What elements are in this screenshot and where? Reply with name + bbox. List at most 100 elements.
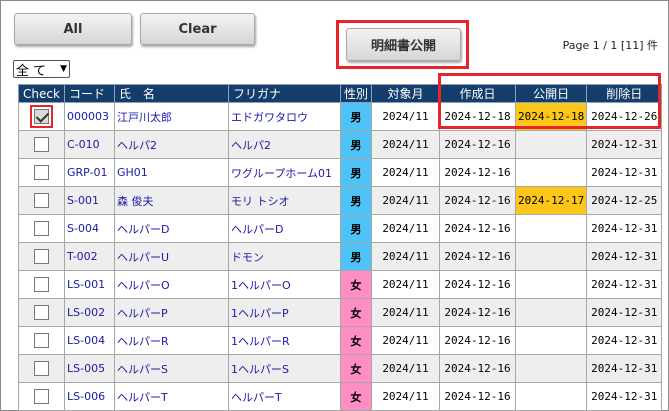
row-checkbox[interactable]: [34, 221, 49, 236]
check-cell: [18, 158, 65, 187]
clear-button[interactable]: Clear: [140, 13, 255, 45]
check-cell: [18, 130, 65, 159]
column-header-kana: フリガナ: [228, 84, 341, 103]
checkbox-highlight: [30, 105, 53, 128]
statement-table: Check コード 氏 名 フリガナ 性別 対象月 作成日 公開日 削除日 00…: [18, 84, 663, 411]
row-checkbox[interactable]: [34, 277, 49, 292]
kana-link[interactable]: ヘルパーD: [228, 214, 341, 243]
code-link[interactable]: LS-004: [64, 326, 115, 355]
check-cell: [18, 186, 65, 215]
gender-cell: 女: [340, 326, 372, 355]
row-checkbox[interactable]: [34, 109, 49, 124]
column-header-created: 作成日: [439, 84, 516, 103]
created-date-cell: 2024-12-16: [439, 158, 516, 187]
code-link[interactable]: S-004: [64, 214, 115, 243]
name-link[interactable]: ヘルパ2: [114, 130, 229, 159]
code-link[interactable]: LS-002: [64, 298, 115, 327]
deleted-date-cell: 2024-12-31: [586, 382, 663, 411]
name-link[interactable]: ヘルパーT: [114, 382, 229, 411]
name-link[interactable]: 森 俊夫: [114, 186, 229, 215]
code-link[interactable]: LS-006: [64, 382, 115, 411]
table-row: 000003 江戸川太郎 エドガワタロウ男 2024/11 2024-12-18 2024…: [18, 102, 663, 131]
column-header-code: コード: [64, 84, 115, 103]
table-row: S-004 ヘルパーD ヘルパーD 男 2024/11 2024-12-16 2024-12…: [18, 214, 663, 243]
check-cell: [18, 298, 65, 327]
published-date-cell: 2024-12-18: [514, 102, 588, 131]
table-row: S-001 森 俊夫 モリ トシオ男 2024/11 2024-12-16 2024-12…: [18, 186, 663, 215]
name-link[interactable]: ヘルパーP: [114, 298, 229, 327]
publish-statements-button[interactable]: 明細書公開: [346, 28, 461, 61]
name-link[interactable]: ヘルパーS: [114, 354, 229, 383]
code-link[interactable]: 000003: [64, 102, 115, 131]
select-all-button[interactable]: All: [14, 13, 132, 45]
code-link[interactable]: LS-005: [64, 354, 115, 383]
code-link[interactable]: LS-001: [64, 270, 115, 299]
chevron-down-icon: ▼: [60, 64, 67, 74]
kana-link[interactable]: エドガワタロウ: [228, 102, 341, 131]
created-date-cell: 2024-12-16: [439, 270, 516, 299]
column-header-published: 公開日: [514, 84, 588, 103]
code-link[interactable]: C-010: [64, 130, 115, 159]
check-cell: [18, 354, 65, 383]
row-checkbox[interactable]: [34, 137, 49, 152]
published-date-cell: [514, 354, 588, 383]
deleted-date-cell: 2024-12-31: [586, 298, 663, 327]
column-header-gender: 性別: [340, 84, 372, 103]
table-row: LS-006 ヘルパーT ヘルパーT 女 2024/11 2024-12-16 2024-1…: [18, 382, 663, 411]
name-link[interactable]: 江戸川太郎: [114, 102, 229, 131]
kana-link[interactable]: 1ヘルパーO: [228, 270, 341, 299]
column-header-name: 氏 名: [114, 84, 229, 103]
gender-cell: 女: [340, 354, 372, 383]
kana-link[interactable]: 1ヘルパーP: [228, 298, 341, 327]
gender-cell: 男: [340, 242, 372, 271]
code-link[interactable]: GRP-01: [64, 158, 115, 187]
kana-link[interactable]: 1ヘルパーR: [228, 326, 341, 355]
created-date-cell: 2024-12-18: [439, 102, 516, 131]
name-link[interactable]: ヘルパーO: [114, 270, 229, 299]
name-link[interactable]: GH01: [114, 158, 229, 187]
code-link[interactable]: S-001: [64, 186, 115, 215]
pagination-info: Page 1 / 1 [11] 件: [562, 39, 658, 52]
row-checkbox[interactable]: [34, 305, 49, 320]
kana-link[interactable]: ワグループホーム01: [228, 158, 341, 187]
gender-cell: 女: [340, 270, 372, 299]
name-link[interactable]: ヘルパーU: [114, 242, 229, 271]
name-link[interactable]: ヘルパーR: [114, 326, 229, 355]
gender-cell: 女: [340, 382, 372, 411]
row-checkbox[interactable]: [34, 361, 49, 376]
kana-link[interactable]: ヘルパーT: [228, 382, 341, 411]
row-checkbox[interactable]: [34, 165, 49, 180]
row-checkbox[interactable]: [34, 389, 49, 404]
code-link[interactable]: T-002: [64, 242, 115, 271]
created-date-cell: 2024-12-16: [439, 326, 516, 355]
deleted-date-cell: 2024-12-26: [586, 102, 663, 131]
published-date-cell: [514, 270, 588, 299]
check-cell: [18, 242, 65, 271]
kana-link[interactable]: 1ヘルパーS: [228, 354, 341, 383]
month-cell: 2024/11: [371, 186, 440, 215]
published-date-cell: [514, 326, 588, 355]
kana-link[interactable]: ヘルパ2: [228, 130, 341, 159]
row-checkbox[interactable]: [34, 249, 49, 264]
column-header-month: 対象月: [371, 84, 440, 103]
filter-select[interactable]: 全 て ▼: [13, 60, 70, 79]
gender-cell: 女: [340, 298, 372, 327]
month-cell: 2024/11: [371, 130, 440, 159]
month-cell: 2024/11: [371, 354, 440, 383]
row-checkbox[interactable]: [34, 193, 49, 208]
created-date-cell: 2024-12-16: [439, 130, 516, 159]
kana-link[interactable]: モリ トシオ: [228, 186, 341, 215]
gender-cell: 男: [340, 186, 372, 215]
kana-link[interactable]: ドモン: [228, 242, 341, 271]
deleted-date-cell: 2024-12-31: [586, 270, 663, 299]
table-row: C-010 ヘルパ2 ヘルパ2 男 2024/11 2024-12-16 2024-12-3…: [18, 130, 663, 159]
gender-cell: 男: [340, 214, 372, 243]
table-row: LS-001 ヘルパーO 1ヘルパーO 女 2024/11 2024-12-16 2024-…: [18, 270, 663, 299]
month-cell: 2024/11: [371, 298, 440, 327]
gender-cell: 男: [340, 130, 372, 159]
month-cell: 2024/11: [371, 158, 440, 187]
name-link[interactable]: ヘルパーD: [114, 214, 229, 243]
gender-cell: 男: [340, 102, 372, 131]
column-header-deleted: 削除日: [586, 84, 663, 103]
row-checkbox[interactable]: [34, 333, 49, 348]
